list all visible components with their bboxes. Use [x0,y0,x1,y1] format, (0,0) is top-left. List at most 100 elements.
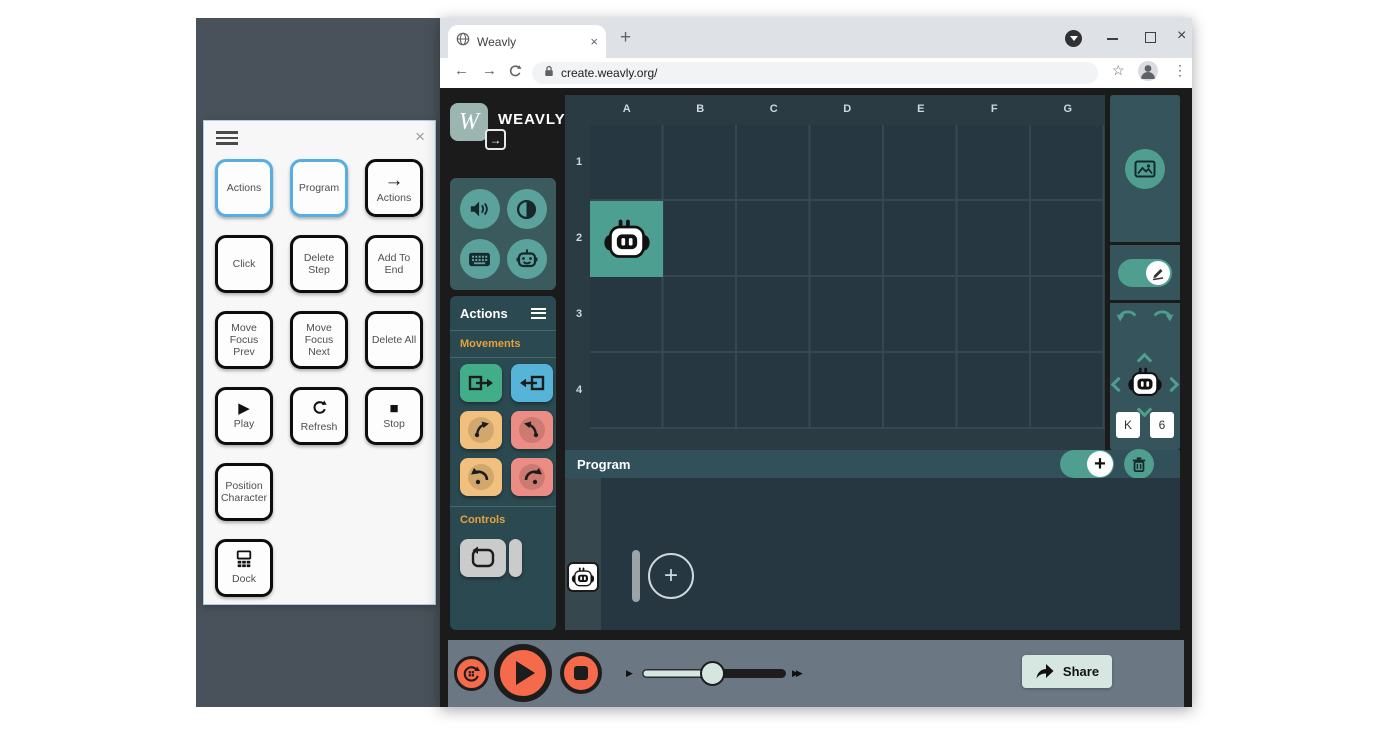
position-column-input[interactable]: K [1116,412,1140,438]
delete-step-button[interactable]: Delete Step [290,235,348,293]
delete-program-button[interactable] [1124,449,1154,479]
play-icon: ▶ [238,400,250,418]
position-character-button[interactable]: Position Character [215,463,273,521]
url-text: create.weavly.org/ [561,66,658,80]
program-header: Program + [565,449,1180,479]
grid-row-label: 1 [575,156,583,168]
position-row-input[interactable]: 6 [1150,412,1174,438]
turn-right-45-icon [524,421,539,438]
turn-right-90-block[interactable] [511,458,553,496]
arrow-right-icon: → [384,170,404,192]
robot-character-icon [1127,367,1163,402]
grid-column-label: A [622,103,631,115]
move-focus-next-button[interactable]: Move Focus Next [290,311,348,369]
draw-path-toggle[interactable] [1118,258,1172,287]
close-icon[interactable]: × [415,127,425,147]
click-button[interactable]: Click [215,235,273,293]
dock-icon [234,550,254,571]
share-button[interactable]: Share [1022,655,1112,688]
undo-icon[interactable] [1116,308,1138,328]
play-button[interactable]: ▶ Play [215,387,273,445]
browser-toolbar: ← → create.weavly.org/ ☆ ⋮ [440,58,1192,88]
speed-fast-icon: ▶▶ [792,668,803,678]
reload-icon[interactable] [508,64,522,82]
move-focus-prev-button[interactable]: Move Focus Prev [215,311,273,369]
program-title: Program [577,456,631,472]
globe-favicon-icon [456,32,470,51]
share-arrow-icon [1036,664,1054,679]
controls-section-label: Controls [460,514,506,526]
backward-icon [520,375,545,391]
control-overlay-panel: × Actions Program → Actions Click Delete… [203,120,436,605]
stop-program-button[interactable] [560,652,602,694]
tab-close-icon[interactable]: × [590,34,598,49]
turn-left-45-block[interactable] [460,411,502,449]
redo-icon[interactable] [1152,308,1174,328]
robot-icon [516,249,537,268]
weavly-logo: W [450,103,488,141]
grid-column-label: G [1063,103,1073,115]
theme-contrast-button[interactable] [506,189,547,229]
back-icon[interactable]: ← [454,62,469,79]
url-bar[interactable]: create.weavly.org/ [532,62,1098,84]
grid-column-label: D [843,103,852,115]
scene-tools-panel: K 6 [1110,95,1180,450]
actions-tab-button[interactable]: Actions [215,159,273,217]
speaker-icon [470,201,488,217]
screen: × Actions Program → Actions Click Delete… [0,0,1396,736]
actions-palette-panel: Actions Movements Controls [450,296,556,630]
add-node-toggle[interactable]: + [1060,450,1114,478]
window-minimize-button[interactable] [1107,38,1118,40]
browser-tab[interactable]: Weavly × [448,25,606,58]
tab-title: Weavly [477,34,517,49]
character-select-button[interactable] [506,239,547,279]
background-select-button[interactable] [1125,148,1165,189]
grid-cells[interactable] [590,125,1105,429]
loop-block[interactable] [460,539,506,577]
forward-icon[interactable]: → [482,62,497,79]
loop-icon [471,546,495,568]
grid-row-label: 3 [575,308,583,320]
move-left-chevron-icon[interactable] [1110,376,1127,393]
browser-menu-icon[interactable]: ⋮ [1173,62,1187,79]
program-tab-button[interactable]: Program [290,159,348,217]
move-forward-block[interactable] [460,364,502,402]
refresh-button[interactable]: Refresh [290,387,348,445]
audio-feedback-button[interactable] [459,189,500,229]
weavly-app: W → WEAVLY Actions Movements Controls A … [440,88,1192,707]
keyboard-shortcuts-button[interactable] [459,239,500,279]
move-up-chevron-icon[interactable] [1136,352,1153,369]
refresh-scene-button[interactable] [454,656,489,691]
character-cell-a2[interactable] [590,201,663,277]
profile-avatar[interactable] [1138,61,1158,81]
dock-button[interactable]: Dock [215,539,273,597]
move-right-chevron-icon[interactable] [1163,376,1180,393]
new-tab-button[interactable]: + [620,27,631,49]
stop-button[interactable]: ■ Stop [365,387,423,445]
forward-icon [468,375,493,391]
loop-end-block[interactable] [509,539,522,577]
add-step-button[interactable]: + [648,553,694,599]
robot-character-icon [603,219,650,258]
goto-actions-button[interactable]: → Actions [365,159,423,217]
turn-right-45-block[interactable] [511,411,553,449]
move-backward-block[interactable] [511,364,553,402]
delete-all-button[interactable]: Delete All [365,311,423,369]
window-maximize-button[interactable] [1145,32,1156,43]
trash-icon [1132,456,1146,472]
add-to-end-button[interactable]: Add To End [365,235,423,293]
turn-left-90-block[interactable] [460,458,502,496]
bookmark-star-icon[interactable]: ☆ [1112,62,1125,79]
hamburger-menu-icon[interactable] [216,131,238,145]
play-program-button[interactable] [494,644,552,702]
grid-column-label: B [696,103,705,115]
program-character-button[interactable] [567,562,599,592]
robot-character-icon [571,567,595,587]
window-close-button[interactable]: × [1177,27,1186,45]
browser-update-icon[interactable] [1065,30,1082,47]
grid-column-label: E [917,103,925,115]
grid-row-label: 2 [575,232,583,244]
movement-blocks [460,358,553,506]
actions-panel-menu-icon[interactable] [531,305,546,321]
speed-slider-thumb[interactable] [700,661,725,686]
